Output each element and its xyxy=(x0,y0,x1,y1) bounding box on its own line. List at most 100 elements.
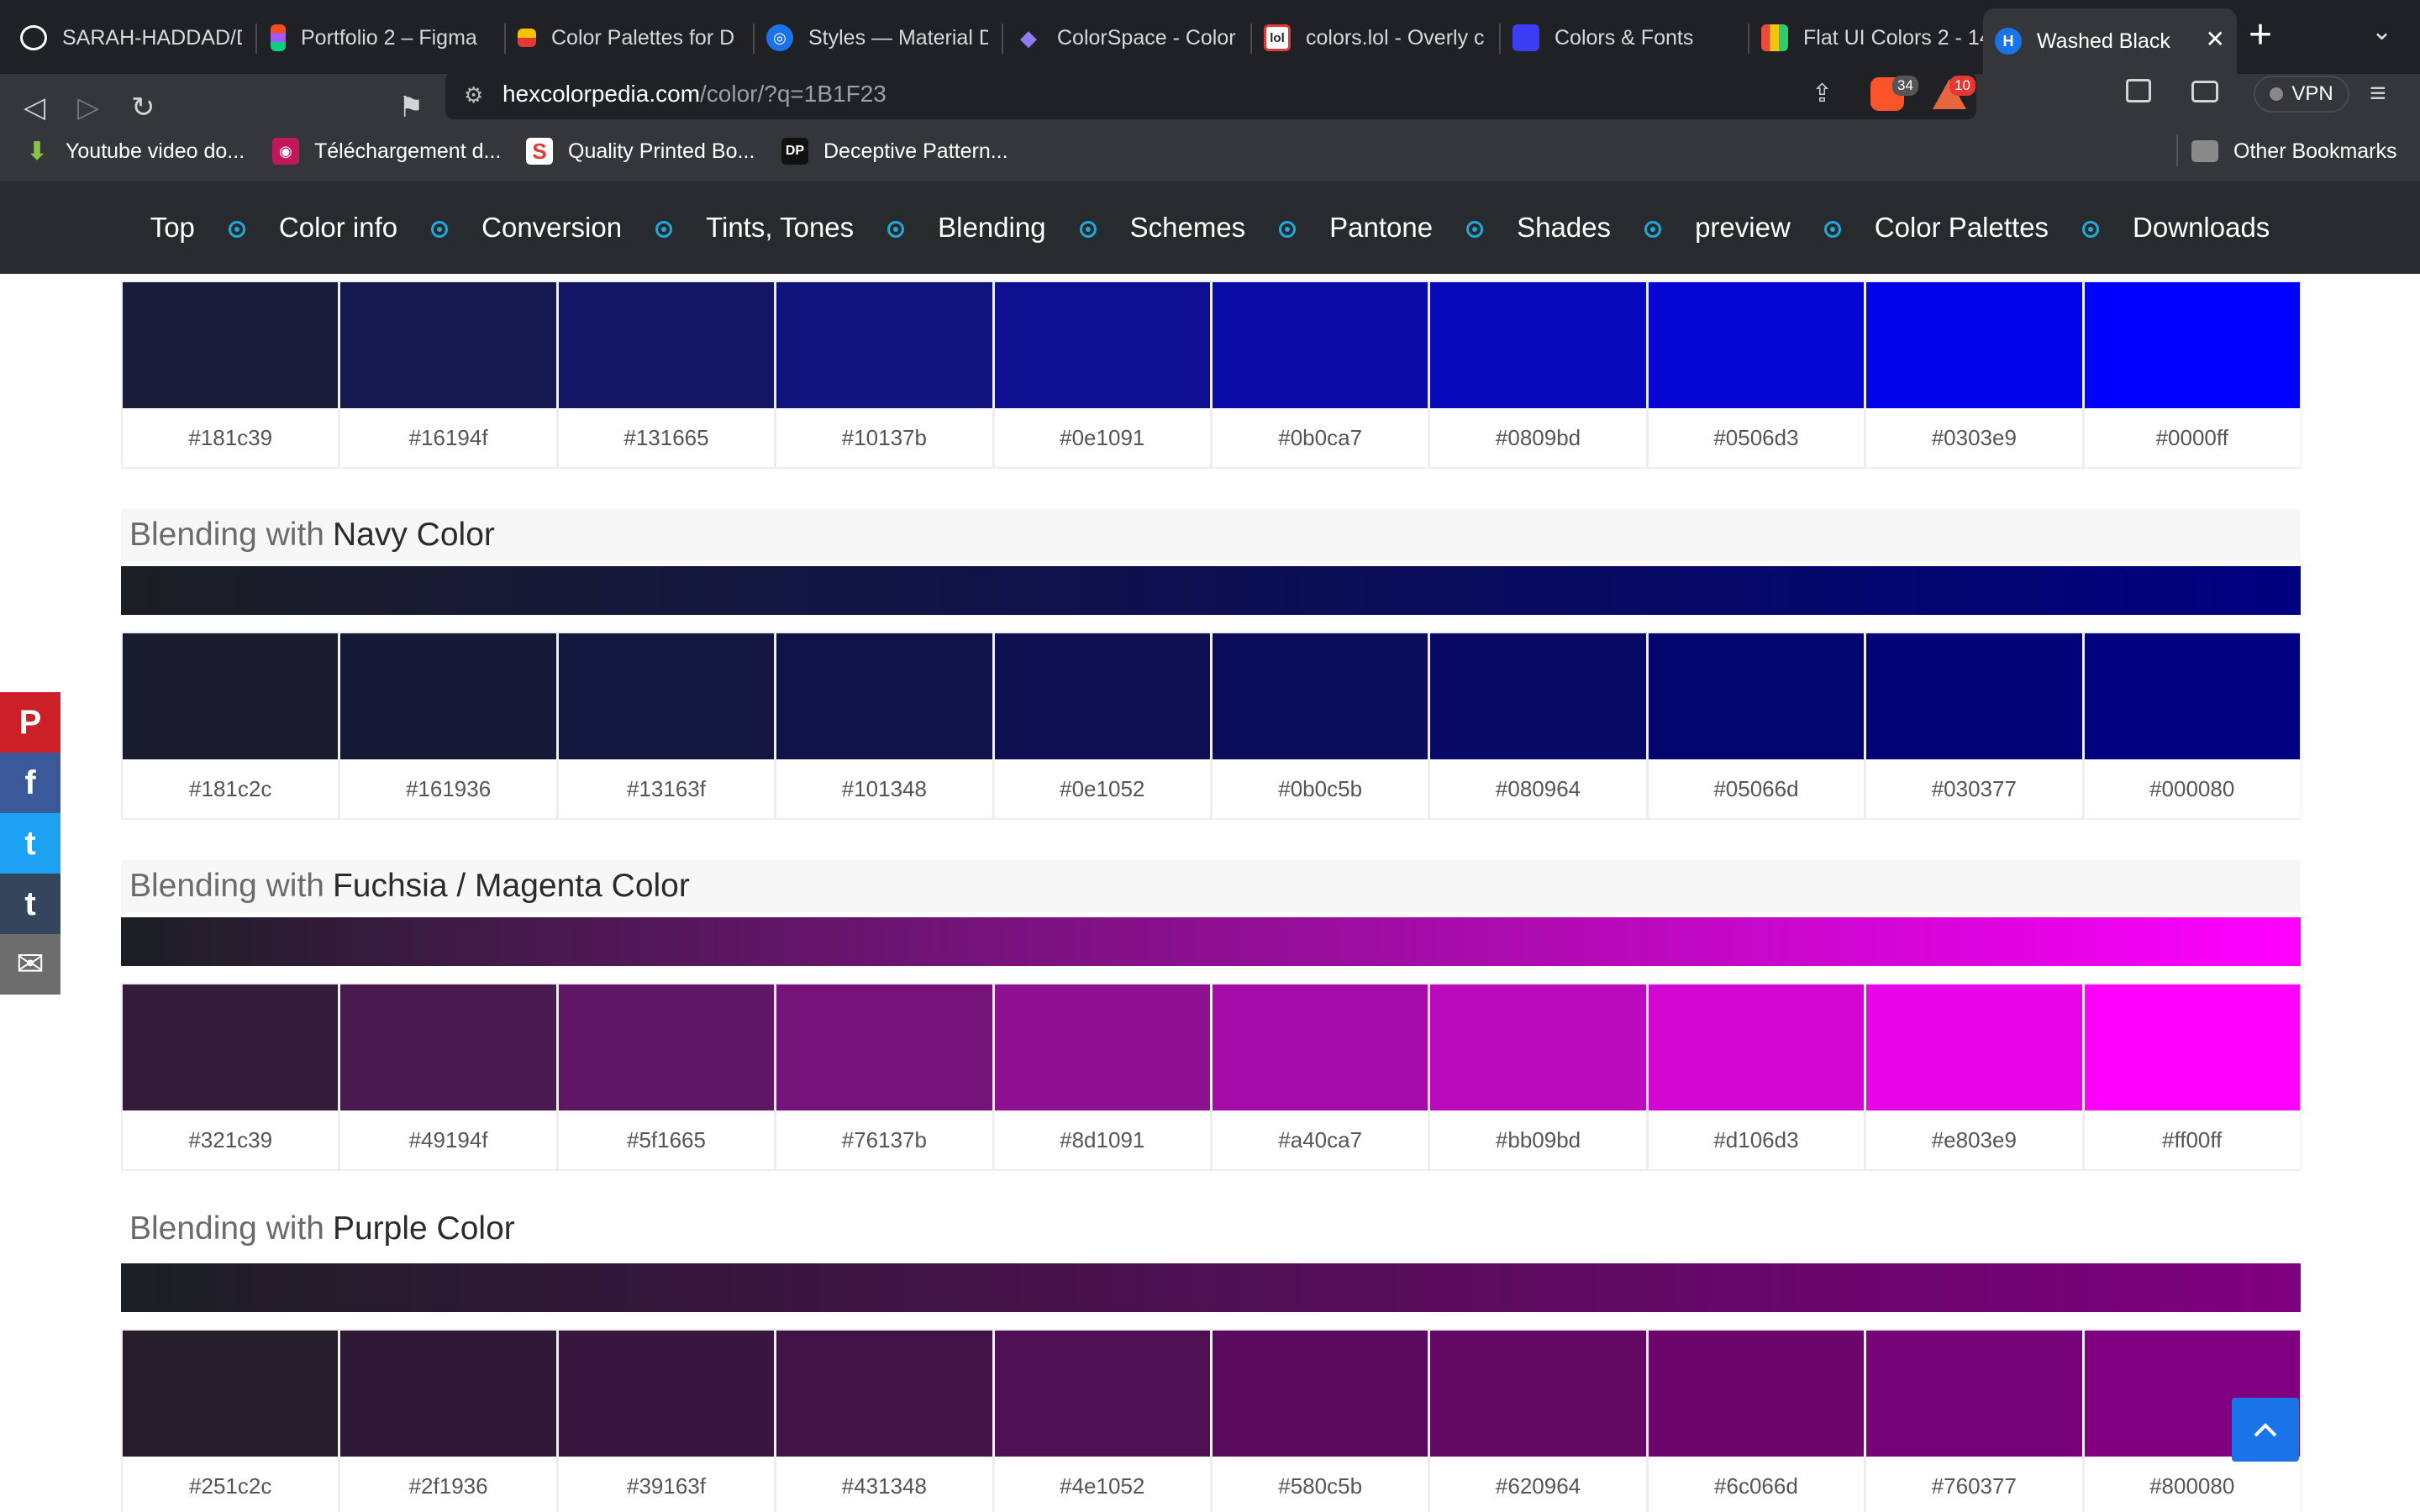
color-swatch[interactable]: #d106d3 xyxy=(1646,983,1865,1171)
browser-tab[interactable]: Flat UI Colors 2 - 14 xyxy=(1749,8,1995,67)
color-swatch[interactable]: #431348 xyxy=(775,1329,993,1512)
swatch-color-block[interactable] xyxy=(2084,633,2300,759)
forward-icon[interactable]: ▷ xyxy=(77,91,99,124)
nav-item-top[interactable]: Top xyxy=(150,212,195,244)
color-swatch[interactable]: #ff00ff xyxy=(2082,983,2301,1171)
share-icon[interactable]: ⇪ xyxy=(1812,79,1833,108)
swatch-color-block[interactable] xyxy=(340,282,556,408)
color-swatch[interactable]: #0303e9 xyxy=(1865,281,2083,469)
swatch-color-block[interactable] xyxy=(1430,984,1646,1110)
new-tab-icon[interactable]: + xyxy=(2249,12,2272,58)
twitter-icon[interactable]: t xyxy=(0,813,60,874)
swatch-color-block[interactable] xyxy=(1648,633,1865,759)
color-swatch[interactable]: #6c066d xyxy=(1646,1329,1865,1512)
swatch-color-block[interactable] xyxy=(776,633,992,759)
swatch-color-block[interactable] xyxy=(2084,984,2300,1110)
color-swatch[interactable]: #321c39 xyxy=(121,983,339,1171)
color-swatch[interactable]: #13163f xyxy=(556,632,776,820)
swatch-color-block[interactable] xyxy=(1866,282,2082,408)
swatch-color-block[interactable] xyxy=(123,633,339,759)
color-swatch[interactable]: #080964 xyxy=(1428,632,1647,820)
color-swatch[interactable]: #760377 xyxy=(1865,1329,2083,1512)
nav-item-pantone[interactable]: Pantone xyxy=(1329,212,1433,244)
color-swatch[interactable]: #0000ff xyxy=(2082,281,2301,469)
swatch-color-block[interactable] xyxy=(558,282,775,408)
swatch-color-block[interactable] xyxy=(1866,633,2082,759)
color-swatch[interactable]: #49194f xyxy=(339,983,557,1171)
swatch-color-block[interactable] xyxy=(123,1331,339,1457)
chevron-down-icon[interactable]: ⌄ xyxy=(2371,17,2392,46)
color-swatch[interactable]: #16194f xyxy=(339,281,557,469)
color-swatch[interactable]: #0e1052 xyxy=(992,632,1211,820)
swatch-color-block[interactable] xyxy=(776,984,992,1110)
bookmark-item[interactable]: ⬇ Youtube video do... xyxy=(24,134,245,168)
color-swatch[interactable]: #030377 xyxy=(1865,632,2083,820)
swatch-color-block[interactable] xyxy=(776,1331,992,1457)
color-swatch[interactable]: #8d1091 xyxy=(992,983,1211,1171)
swatch-color-block[interactable] xyxy=(340,633,556,759)
color-swatch[interactable]: #76137b xyxy=(775,983,993,1171)
swatch-color-block[interactable] xyxy=(558,984,775,1110)
color-swatch[interactable]: #0b0ca7 xyxy=(1210,281,1429,469)
color-swatch[interactable]: #131665 xyxy=(556,281,776,469)
swatch-color-block[interactable] xyxy=(994,1331,1210,1457)
swatch-color-block[interactable] xyxy=(776,282,992,408)
email-icon[interactable]: ✉ xyxy=(0,934,60,995)
swatch-color-block[interactable] xyxy=(994,984,1210,1110)
color-swatch[interactable]: #0506d3 xyxy=(1646,281,1865,469)
tumblr-icon[interactable]: t xyxy=(0,874,60,934)
swatch-color-block[interactable] xyxy=(1212,633,1428,759)
swatch-color-block[interactable] xyxy=(558,633,775,759)
nav-item-downloads[interactable]: Downloads xyxy=(2133,212,2270,244)
browser-tab-active[interactable]: H Washed Black ✕ xyxy=(1983,8,2237,74)
color-swatch[interactable]: #5f1665 xyxy=(556,983,776,1171)
swatch-color-block[interactable] xyxy=(1212,282,1428,408)
browser-tab[interactable]: Color Palettes for D xyxy=(506,8,751,67)
swatch-color-block[interactable] xyxy=(2084,282,2300,408)
browser-tab[interactable]: SARAH-HADDAD/D xyxy=(8,8,254,67)
color-swatch[interactable]: #161936 xyxy=(339,632,557,820)
color-swatch[interactable]: #39163f xyxy=(556,1329,776,1512)
color-swatch[interactable]: #580c5b xyxy=(1210,1329,1429,1512)
back-icon[interactable]: ◁ xyxy=(24,91,45,124)
swatch-color-block[interactable] xyxy=(340,1331,556,1457)
nav-item-shades[interactable]: Shades xyxy=(1517,212,1611,244)
swatch-color-block[interactable] xyxy=(1430,633,1646,759)
color-swatch[interactable]: #251c2c xyxy=(121,1329,339,1512)
browser-tab[interactable]: Colors & Fonts xyxy=(1501,8,1746,67)
site-settings-icon[interactable]: ⚙ xyxy=(464,82,483,108)
bookmark-icon[interactable]: ⚑ xyxy=(398,91,424,124)
close-tab-icon[interactable]: ✕ xyxy=(2206,25,2225,53)
swatch-color-block[interactable] xyxy=(1648,282,1865,408)
url-text[interactable]: hexcolorpedia.com/color/?q=1B1F23 xyxy=(502,81,886,108)
color-swatch[interactable]: #620964 xyxy=(1428,1329,1647,1512)
nav-item-schemes[interactable]: Schemes xyxy=(1130,212,1246,244)
nav-item-preview[interactable]: preview xyxy=(1695,212,1791,244)
color-swatch[interactable]: #101348 xyxy=(775,632,993,820)
bookmark-item[interactable]: ◉ Téléchargement d... xyxy=(272,134,501,168)
color-swatch[interactable]: #e803e9 xyxy=(1865,983,2083,1171)
swatch-color-block[interactable] xyxy=(1430,282,1646,408)
bookmark-item[interactable]: S Quality Printed Bo... xyxy=(526,134,755,168)
bookmark-item[interactable]: DP Deceptive Pattern... xyxy=(781,134,1008,168)
vpn-button[interactable]: VPN xyxy=(2254,76,2349,113)
color-swatch[interactable]: #10137b xyxy=(775,281,993,469)
color-swatch[interactable]: #bb09bd xyxy=(1428,983,1647,1171)
browser-tab[interactable]: ◎ Styles — Material D xyxy=(755,8,1000,67)
color-swatch[interactable]: #181c2c xyxy=(121,632,339,820)
swatch-color-block[interactable] xyxy=(123,282,339,408)
wallet-icon[interactable] xyxy=(2191,81,2218,102)
swatch-color-block[interactable] xyxy=(1648,984,1865,1110)
color-swatch[interactable]: #a40ca7 xyxy=(1210,983,1429,1171)
color-swatch[interactable]: #4e1052 xyxy=(992,1329,1211,1512)
nav-item-blending[interactable]: Blending xyxy=(938,212,1045,244)
swatch-color-block[interactable] xyxy=(340,984,556,1110)
other-bookmarks[interactable]: Other Bookmarks xyxy=(2191,134,2397,168)
pinterest-icon[interactable]: P xyxy=(0,692,60,753)
swatch-color-block[interactable] xyxy=(1430,1331,1646,1457)
swatch-color-block[interactable] xyxy=(1212,984,1428,1110)
menu-icon[interactable]: ≡ xyxy=(2370,77,2386,110)
color-swatch[interactable]: #05066d xyxy=(1646,632,1865,820)
facebook-icon[interactable]: f xyxy=(0,753,60,813)
scroll-to-top-button[interactable] xyxy=(2232,1398,2299,1462)
